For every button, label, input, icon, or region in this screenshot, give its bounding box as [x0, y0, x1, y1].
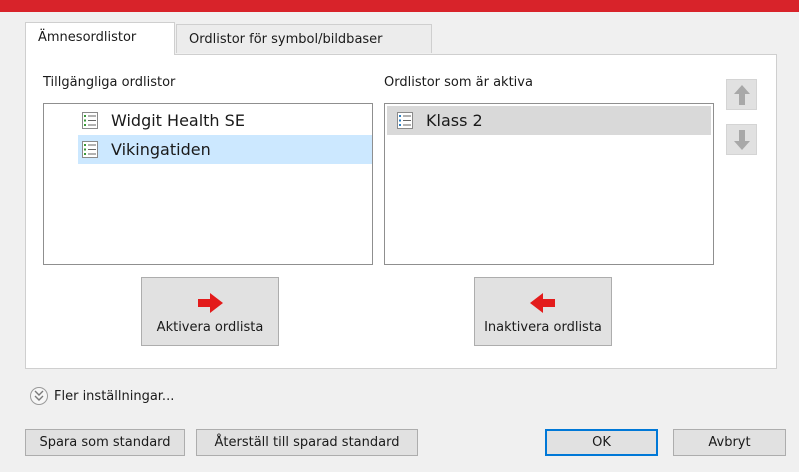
arrow-down-icon [734, 130, 750, 150]
list-item-label: Vikingatiden [111, 140, 211, 159]
list-item-vikingatiden[interactable]: Vikingatiden [78, 135, 372, 164]
list-item-widgit-health[interactable]: Widgit Health SE [44, 106, 372, 135]
list-icon [397, 112, 413, 129]
save-as-default-button[interactable]: Spara som standard [25, 429, 185, 456]
cancel-button[interactable]: Avbryt [673, 429, 786, 456]
arrow-up-icon [734, 85, 750, 105]
ok-button[interactable]: OK [545, 429, 658, 456]
arrow-left-icon [530, 293, 555, 313]
list-icon [82, 141, 98, 158]
active-lists-label: Ordlistor som är aktiva [384, 75, 533, 90]
move-down-button[interactable] [726, 124, 757, 155]
deactivate-list-button[interactable]: Inaktivera ordlista [474, 277, 612, 346]
active-lists-box[interactable]: Klass 2 [384, 103, 714, 265]
restore-default-button[interactable]: Återställ till sparad standard [196, 429, 418, 456]
list-item-label: Widgit Health SE [111, 111, 245, 130]
tab-symbol-ordlistor[interactable]: Ordlistor för symbol/bildbaser [176, 24, 432, 53]
list-icon [82, 112, 98, 129]
tab-amnesordlistor[interactable]: Ämnesordlistor [25, 22, 175, 55]
available-lists-label: Tillgängliga ordlistor [43, 75, 176, 90]
move-up-button[interactable] [726, 79, 757, 110]
more-settings-label: Fler inställningar... [54, 389, 175, 404]
tab-page: Tillgängliga ordlistor Ordlistor som är … [25, 54, 777, 369]
activate-list-button[interactable]: Aktivera ordlista [141, 277, 279, 346]
top-accent-bar [0, 0, 799, 12]
arrow-right-icon [198, 293, 223, 313]
activate-list-label: Aktivera ordlista [156, 320, 264, 335]
list-item-klass-2[interactable]: Klass 2 [387, 106, 711, 135]
available-lists-box[interactable]: Widgit Health SE Vikingatiden [43, 103, 373, 265]
deactivate-list-label: Inaktivera ordlista [484, 320, 602, 335]
chevron-double-down-icon [30, 387, 48, 405]
list-item-label: Klass 2 [426, 111, 483, 130]
